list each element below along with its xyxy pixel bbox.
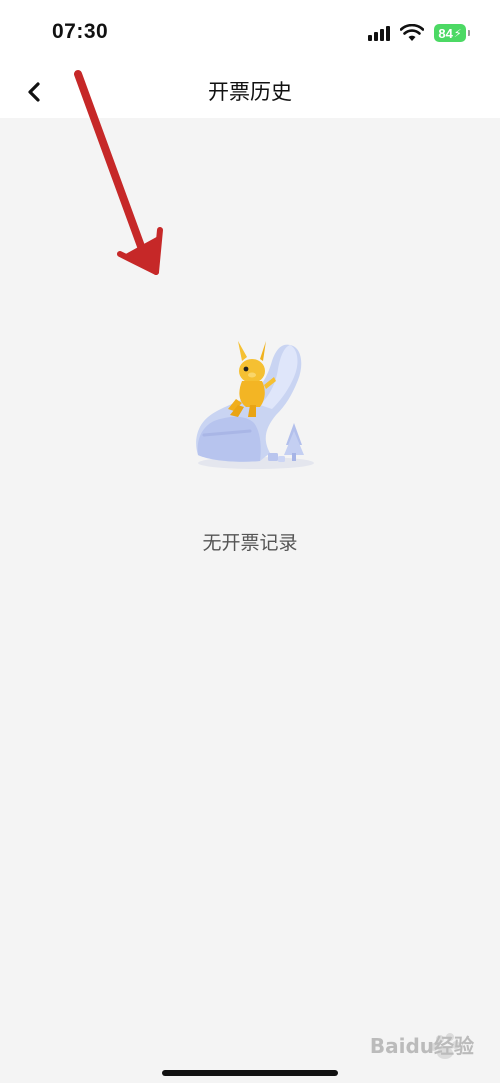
cellular-signal-icon — [368, 25, 390, 41]
home-indicator[interactable] — [162, 1070, 338, 1076]
nav-bar: 开票历史 — [0, 66, 500, 118]
status-bar: 07:30 84 ⚡ — [0, 0, 500, 66]
status-time: 07:30 — [52, 20, 109, 43]
lightning-bolt-icon: ⚡ — [453, 27, 462, 40]
page-title: 开票历史 — [208, 80, 292, 104]
wifi-icon — [400, 24, 424, 41]
invoice-history-screen: 07:30 84 ⚡ 开票历史 无开票记录 Baidu经验 — [0, 0, 500, 1083]
watermark-text: Baidu经验 — [369, 1034, 474, 1058]
battery-level: 84 — [438, 25, 453, 41]
status-icons: 84 ⚡ — [368, 22, 470, 44]
empty-state-message: 无开票记录 — [202, 532, 298, 554]
battery-icon: 84 ⚡ — [434, 24, 470, 42]
empty-box-dog-illustration — [196, 341, 314, 469]
